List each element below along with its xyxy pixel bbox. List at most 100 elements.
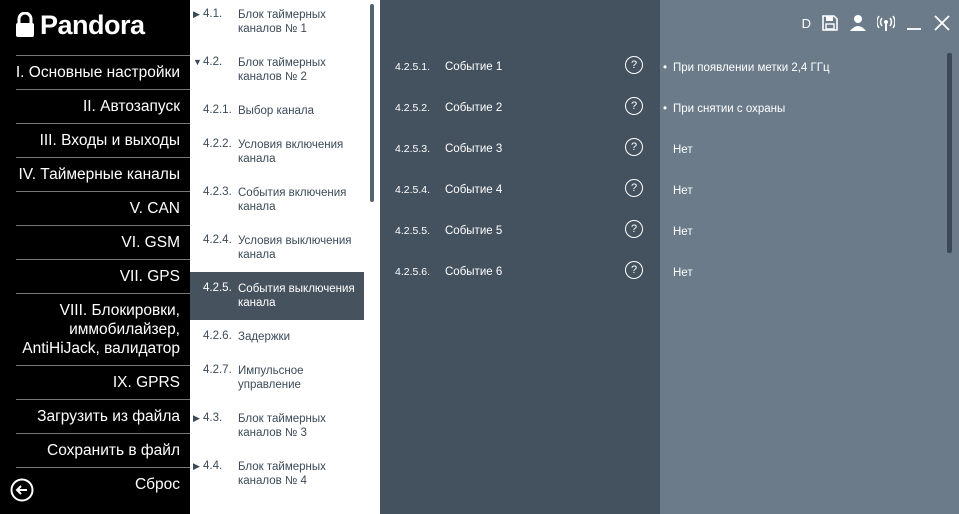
divider <box>16 433 190 434</box>
help-icon[interactable]: ? <box>625 179 643 197</box>
nav-item-4-2-4[interactable]: 4.2.4. Условия выключения канала <box>190 234 364 274</box>
main-sidebar: Pandora I. Основные настройки II. Автоза… <box>0 0 190 514</box>
nav-num: 4.2.5. <box>203 282 232 294</box>
nav-item-4-1[interactable]: ▶ 4.1. Блок таймерных каналов № 1 <box>190 8 364 48</box>
sidebar-item-can[interactable]: V. CAN <box>130 199 180 218</box>
nav-item-4-2-5[interactable]: 4.2.5. События выключения канала <box>190 272 364 320</box>
sidebar-item-inputs-outputs[interactable]: III. Входы и выходы <box>40 131 180 150</box>
nav-num: 4.2.3. <box>203 186 232 198</box>
event-value: Нет <box>673 226 693 238</box>
divider <box>16 191 190 192</box>
sidebar-item-gps[interactable]: VII. GPS <box>120 267 180 286</box>
user-icon[interactable] <box>849 14 867 32</box>
event-row[interactable]: 4.2.5.1. Событие 1 ? <box>380 56 660 81</box>
nav-label: Импульсное управление <box>238 365 304 391</box>
event-value: Нет <box>673 267 693 279</box>
back-arrow-icon[interactable] <box>10 478 34 502</box>
nav-label: События включения канала <box>238 187 347 213</box>
event-num: 4.2.5.5. <box>395 225 431 237</box>
help-icon[interactable]: ? <box>625 261 643 279</box>
minimize-icon[interactable] <box>905 14 923 32</box>
collapse-arrow-icon[interactable]: ▼ <box>193 57 202 67</box>
nav-num: 4.2. <box>203 56 223 68</box>
bullet-icon: • <box>663 103 668 115</box>
event-num: 4.2.5.3. <box>395 143 431 155</box>
nav-item-4-2-2[interactable]: 4.2.2. Условия включения канала <box>190 138 364 178</box>
nav-label: Блок таймерных каналов № 2 <box>238 57 326 83</box>
event-label: Событие 6 <box>445 266 503 278</box>
nav-label: Выбор канала <box>238 105 315 117</box>
event-label: Событие 4 <box>445 184 503 196</box>
expand-arrow-icon[interactable]: ▶ <box>193 461 200 472</box>
nav-num: 4.2.1. <box>203 104 232 116</box>
help-icon[interactable]: ? <box>625 56 643 74</box>
divider <box>16 399 190 400</box>
event-value: При снятии с охраны <box>673 103 786 115</box>
expand-arrow-icon[interactable]: ▶ <box>193 413 200 424</box>
nav-num: 4.4. <box>203 460 223 472</box>
event-label: Событие 3 <box>445 143 503 155</box>
event-value: Нет <box>673 185 693 197</box>
events-panel: 4.2.5.1. Событие 1 ? 4.2.5.2. Событие 2 … <box>380 0 660 514</box>
nav-scrollbar[interactable] <box>370 4 374 202</box>
event-row[interactable]: 4.2.5.3. Событие 3 ? <box>380 138 660 163</box>
divider <box>16 365 190 366</box>
values-scrollbar[interactable] <box>947 53 952 253</box>
nav-num: 4.2.2. <box>203 138 232 150</box>
nav-label: События выключения канала <box>238 283 355 309</box>
close-icon[interactable] <box>933 14 951 32</box>
sidebar-item-gprs[interactable]: IX. GPRS <box>113 373 180 392</box>
event-row[interactable]: 4.2.5.2. Событие 2 ? <box>380 97 660 122</box>
divider <box>16 225 190 226</box>
nav-label: Условия включения канала <box>238 139 344 165</box>
nav-item-4-2-1[interactable]: 4.2.1. Выбор канала <box>190 104 364 124</box>
sidebar-item-immobilizer[interactable]: VIII. Блокировки, иммобилайзер, AntiHiJa… <box>10 301 180 358</box>
load-from-file-button[interactable]: Загрузить из файла <box>37 407 180 426</box>
event-num: 4.2.5.1. <box>395 61 431 73</box>
save-icon[interactable] <box>821 14 839 32</box>
divider <box>16 89 190 90</box>
reset-button[interactable]: Сброс <box>135 475 180 494</box>
divider <box>16 293 190 294</box>
divider <box>16 157 190 158</box>
nav-num: 4.2.6. <box>203 330 232 342</box>
nav-item-4-2-3[interactable]: 4.2.3. События включения канала <box>190 186 364 226</box>
nav-item-4-4[interactable]: ▶ 4.4. Блок таймерных каналов № 4 <box>190 460 364 500</box>
nav-num: 4.3. <box>203 412 223 424</box>
nav-item-4-2-7[interactable]: 4.2.7. Импульсное управление <box>190 364 364 404</box>
event-num: 4.2.5.4. <box>395 184 431 196</box>
event-row[interactable]: 4.2.5.5. Событие 5 ? <box>380 220 660 245</box>
event-row[interactable]: 4.2.5.6. Событие 6 ? <box>380 261 660 286</box>
event-label: Событие 5 <box>445 225 503 237</box>
divider <box>16 467 190 468</box>
nav-label: Условия выключения канала <box>238 235 352 261</box>
nav-label: Блок таймерных каналов № 3 <box>238 413 326 439</box>
nav-item-4-2-6[interactable]: 4.2.6. Задержки <box>190 330 364 350</box>
event-label: Событие 1 <box>445 61 503 73</box>
signal-icon[interactable] <box>877 14 895 32</box>
help-icon[interactable]: ? <box>625 220 643 238</box>
sidebar-item-basic-settings[interactable]: I. Основные настройки <box>16 63 180 82</box>
nav-item-4-3[interactable]: ▶ 4.3. Блок таймерных каналов № 3 <box>190 412 364 452</box>
d-label[interactable]: D <box>802 16 811 31</box>
bullet-icon: • <box>663 62 668 74</box>
nav-item-4-2[interactable]: ▼ 4.2. Блок таймерных каналов № 2 <box>190 56 364 96</box>
help-icon[interactable]: ? <box>625 97 643 115</box>
nav-label: Блок таймерных каналов № 4 <box>238 461 326 487</box>
sidebar-item-timer-channels[interactable]: IV. Таймерные каналы <box>18 165 180 184</box>
nav-num: 4.2.7. <box>203 364 232 376</box>
help-icon[interactable]: ? <box>625 138 643 156</box>
event-num: 4.2.5.6. <box>395 266 431 278</box>
event-row[interactable]: 4.2.5.4. Событие 4 ? <box>380 179 660 204</box>
expand-arrow-icon[interactable]: ▶ <box>193 9 200 20</box>
nav-num: 4.2.4. <box>203 234 232 246</box>
values-panel: D • При появлении метки 2,4 ГГц • При сн… <box>660 0 959 514</box>
sidebar-item-gsm[interactable]: VI. GSM <box>121 233 180 252</box>
lock-icon <box>16 12 34 37</box>
brand-name: Pandora <box>40 9 145 40</box>
event-value: Нет <box>673 144 693 156</box>
save-to-file-button[interactable]: Сохранить в файл <box>47 441 180 460</box>
sidebar-item-autostart[interactable]: II. Автозапуск <box>83 97 180 116</box>
event-label: Событие 2 <box>445 102 503 114</box>
topbar: D <box>802 12 951 34</box>
